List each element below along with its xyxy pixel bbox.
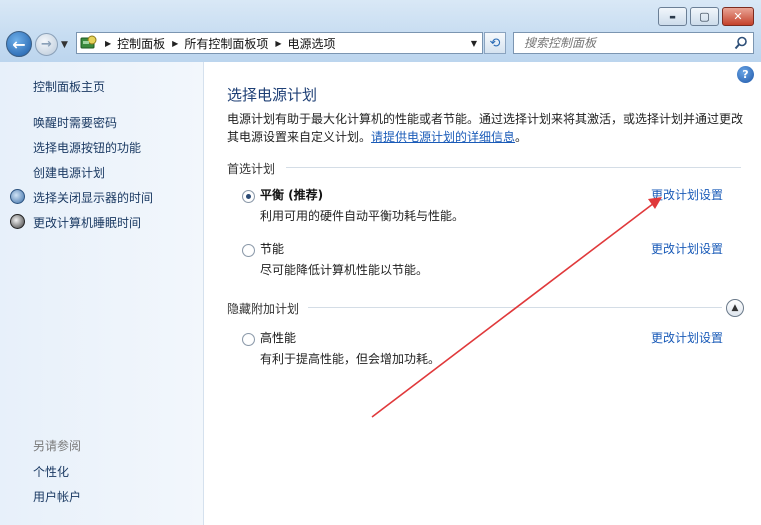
plan-name-high-performance[interactable]: 高性能 <box>260 329 296 346</box>
address-dropdown-icon[interactable]: ▼ <box>471 39 477 48</box>
sidebar-home-link[interactable]: 控制面板主页 <box>33 78 105 95</box>
radio-power-saver[interactable] <box>242 244 255 257</box>
chevron-up-icon: ▲ <box>731 303 739 313</box>
change-plan-settings-high-performance[interactable]: 更改计划设置 <box>651 329 723 346</box>
breadcrumb-separator[interactable]: ▶ <box>275 39 281 48</box>
breadcrumb-power-options[interactable]: 电源选项 <box>288 35 336 52</box>
arrow-right-icon: → <box>41 37 52 52</box>
plan-desc-power-saver: 尽可能降低计算机性能以节能。 <box>260 263 429 277</box>
display-timer-icon <box>10 189 25 204</box>
sidebar-link-create-plan[interactable]: 创建电源计划 <box>33 164 105 181</box>
plan-details-link[interactable]: 请提供电源计划的详细信息 <box>371 130 515 144</box>
refresh-button[interactable]: ⟲ <box>484 32 506 54</box>
see-also-heading: 另请参阅 <box>33 439 82 453</box>
maximize-button[interactable]: ▢ <box>690 7 719 26</box>
plan-name-balanced[interactable]: 平衡 (推荐) <box>260 186 323 203</box>
forward-button[interactable]: → <box>35 33 58 56</box>
search-icon[interactable] <box>734 36 748 50</box>
refresh-icon: ⟲ <box>489 35 501 51</box>
hidden-plans-heading: 隐藏附加计划 <box>227 302 300 316</box>
help-icon[interactable]: ? <box>737 66 754 83</box>
breadcrumb-all-items[interactable]: 所有控制面板项 <box>184 35 268 52</box>
arrow-left-icon: ← <box>12 34 26 54</box>
page-title: 选择电源计划 <box>227 86 318 104</box>
breadcrumb-control-panel[interactable]: 控制面板 <box>117 35 165 52</box>
close-button[interactable]: ✕ <box>722 7 754 26</box>
collapse-hidden-plans-button[interactable]: ▲ <box>726 299 744 317</box>
chevron-down-icon: ▼ <box>61 40 68 50</box>
radio-balanced[interactable] <box>242 190 255 203</box>
divider <box>308 307 722 308</box>
sidebar-link-power-buttons[interactable]: 选择电源按钮的功能 <box>33 139 141 156</box>
preferred-plans-heading: 首选计划 <box>227 162 276 176</box>
address-bar[interactable]: ▶ 控制面板 ▶ 所有控制面板项 ▶ 电源选项 ▼ <box>76 32 483 54</box>
plan-desc-high-performance: 有利于提高性能，但会增加功耗。 <box>260 352 441 366</box>
breadcrumb-separator[interactable]: ▶ <box>172 39 178 48</box>
plan-desc-balanced: 利用可用的硬件自动平衡功耗与性能。 <box>260 209 465 223</box>
history-dropdown-button[interactable]: ▼ <box>61 40 68 50</box>
minimize-button[interactable]: ▬ <box>658 7 687 26</box>
back-button[interactable]: ← <box>6 31 32 57</box>
radio-high-performance[interactable] <box>242 333 255 346</box>
sidebar-link-wake-password[interactable]: 唤醒时需要密码 <box>33 114 117 131</box>
sidebar-link-sleep-time[interactable]: 更改计算机睡眠时间 <box>33 214 141 231</box>
sidebar-link-display-off[interactable]: 选择关闭显示器的时间 <box>33 189 153 206</box>
control-panel-icon <box>80 35 98 51</box>
change-plan-settings-power-saver[interactable]: 更改计划设置 <box>651 240 723 257</box>
divider <box>286 167 741 168</box>
change-plan-settings-balanced[interactable]: 更改计划设置 <box>651 186 723 203</box>
sidebar-link-user-accounts[interactable]: 用户帐户 <box>33 488 81 505</box>
sleep-moon-icon <box>10 214 25 229</box>
search-box[interactable] <box>513 32 754 54</box>
intro-text: 电源计划有助于最大化计算机的性能或者节能。通过选择计划来将其激活，或选择计划并通… <box>227 112 744 144</box>
plan-name-power-saver[interactable]: 节能 <box>260 240 284 257</box>
breadcrumb-separator[interactable]: ▶ <box>105 39 111 48</box>
left-pane <box>0 62 204 525</box>
search-input[interactable] <box>522 35 731 51</box>
sidebar-link-personalization[interactable]: 个性化 <box>33 463 69 480</box>
